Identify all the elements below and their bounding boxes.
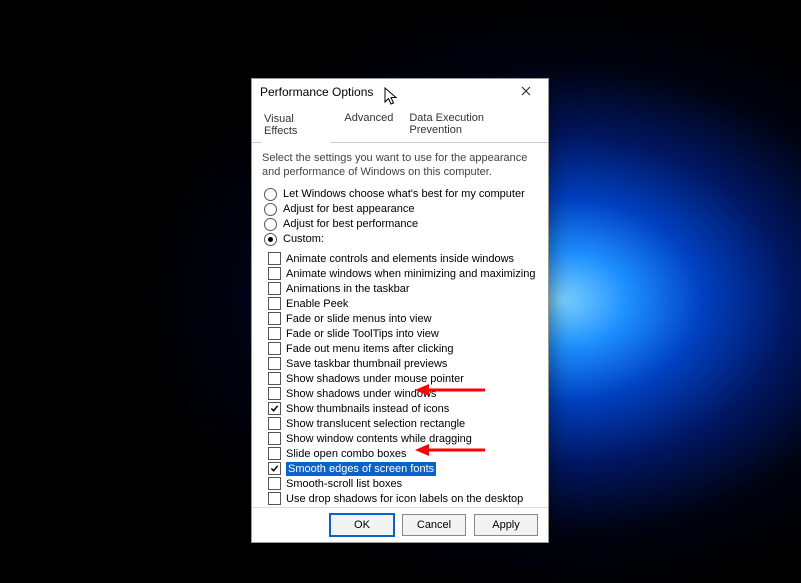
checkbox-label: Save taskbar thumbnail previews [286, 357, 447, 371]
checkbox-icon [268, 432, 281, 445]
titlebar: Performance Options [252, 79, 548, 105]
checkbox-fade-tooltips[interactable]: Fade or slide ToolTips into view [268, 327, 538, 341]
tab-dep[interactable]: Data Execution Prevention [407, 109, 538, 142]
cancel-button[interactable]: Cancel [402, 514, 466, 536]
checkbox-label: Enable Peek [286, 297, 348, 311]
checkbox-icon [268, 282, 281, 295]
checkbox-label: Fade or slide ToolTips into view [286, 327, 439, 341]
close-icon [521, 85, 531, 99]
checkbox-label: Use drop shadows for icon labels on the … [286, 492, 523, 506]
checkbox-label: Animate controls and elements inside win… [286, 252, 514, 266]
checkbox-icon [268, 342, 281, 355]
tab-content: Select the settings you want to use for … [252, 143, 548, 507]
radio-icon [264, 218, 277, 231]
checkbox-icon [268, 402, 281, 415]
radio-best-performance[interactable]: Adjust for best performance [264, 218, 538, 231]
checkbox-label: Fade or slide menus into view [286, 312, 432, 326]
checkbox-taskbar-animations[interactable]: Animations in the taskbar [268, 282, 538, 296]
checkbox-shadows-windows[interactable]: Show shadows under windows [268, 387, 538, 401]
checkbox-icon [268, 387, 281, 400]
checkbox-fade-out-items[interactable]: Fade out menu items after clicking [268, 342, 538, 356]
checkbox-icon [268, 297, 281, 310]
checkbox-drop-shadows-icons[interactable]: Use drop shadows for icon labels on the … [268, 492, 538, 506]
checkbox-smooth-scroll[interactable]: Smooth-scroll list boxes [268, 477, 538, 491]
checkbox-enable-peek[interactable]: Enable Peek [268, 297, 538, 311]
radio-icon [264, 233, 277, 246]
checkbox-icon [268, 357, 281, 370]
checkbox-show-thumbnails[interactable]: Show thumbnails instead of icons [268, 402, 538, 416]
tab-strip: Visual Effects Advanced Data Execution P… [252, 105, 548, 143]
checkbox-label: Show shadows under mouse pointer [286, 372, 464, 386]
checkbox-icon [268, 372, 281, 385]
checkbox-slide-combo[interactable]: Slide open combo boxes [268, 447, 538, 461]
checkbox-smooth-fonts[interactable]: Smooth edges of screen fonts [268, 462, 538, 476]
radio-label: Let Windows choose what's best for my co… [283, 188, 525, 200]
checkbox-label: Animations in the taskbar [286, 282, 410, 296]
performance-options-dialog: Performance Options Visual Effects Advan… [251, 78, 549, 543]
radio-icon [264, 188, 277, 201]
checkbox-window-contents-drag[interactable]: Show window contents while dragging [268, 432, 538, 446]
checkbox-animate-windows[interactable]: Animate windows when minimizing and maxi… [268, 267, 538, 281]
radio-best-appearance[interactable]: Adjust for best appearance [264, 203, 538, 216]
button-bar: OK Cancel Apply [252, 507, 548, 542]
radio-label: Adjust for best performance [283, 218, 418, 230]
close-button[interactable] [510, 82, 542, 102]
checkbox-label: Animate windows when minimizing and maxi… [286, 267, 535, 281]
checkbox-icon [268, 312, 281, 325]
checkbox-label: Show shadows under windows [286, 387, 436, 401]
checkbox-icon [268, 462, 281, 475]
visual-effects-checklist: Animate controls and elements inside win… [268, 252, 538, 506]
checkbox-label: Slide open combo boxes [286, 447, 406, 461]
checkbox-animate-controls[interactable]: Animate controls and elements inside win… [268, 252, 538, 266]
desktop-background: Performance Options Visual Effects Advan… [0, 0, 801, 583]
checkbox-save-thumbnails[interactable]: Save taskbar thumbnail previews [268, 357, 538, 371]
checkbox-icon [268, 252, 281, 265]
checkbox-label: Smooth-scroll list boxes [286, 477, 402, 491]
ok-button[interactable]: OK [330, 514, 394, 536]
checkbox-label: Smooth edges of screen fonts [286, 462, 436, 476]
dialog-title: Performance Options [260, 85, 510, 99]
radio-label: Custom: [283, 233, 324, 245]
checkbox-icon [268, 267, 281, 280]
checkbox-fade-menus[interactable]: Fade or slide menus into view [268, 312, 538, 326]
description-text: Select the settings you want to use for … [262, 151, 538, 180]
radio-let-windows-choose[interactable]: Let Windows choose what's best for my co… [264, 188, 538, 201]
checkbox-icon [268, 477, 281, 490]
radio-label: Adjust for best appearance [283, 203, 414, 215]
checkbox-icon [268, 492, 281, 505]
checkbox-label: Show translucent selection rectangle [286, 417, 465, 431]
apply-button[interactable]: Apply [474, 514, 538, 536]
radio-custom[interactable]: Custom: [264, 233, 538, 246]
checkbox-label: Fade out menu items after clicking [286, 342, 454, 356]
tab-advanced[interactable]: Advanced [342, 109, 395, 142]
checkbox-label: Show window contents while dragging [286, 432, 472, 446]
checkbox-icon [268, 417, 281, 430]
tab-visual-effects[interactable]: Visual Effects [262, 110, 330, 143]
checkbox-translucent-selection[interactable]: Show translucent selection rectangle [268, 417, 538, 431]
checkbox-shadows-pointer[interactable]: Show shadows under mouse pointer [268, 372, 538, 386]
checkbox-label: Show thumbnails instead of icons [286, 402, 449, 416]
checkbox-icon [268, 327, 281, 340]
checkbox-icon [268, 447, 281, 460]
radio-icon [264, 203, 277, 216]
